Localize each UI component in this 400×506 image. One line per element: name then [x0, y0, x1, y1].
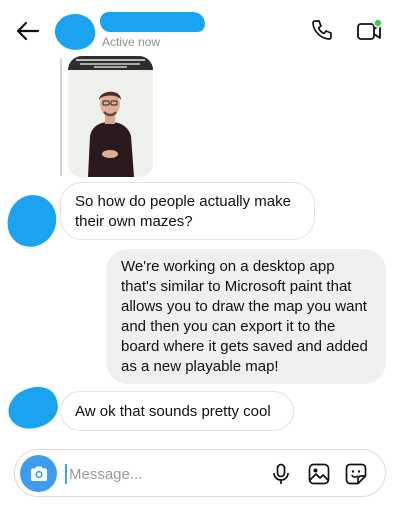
shared-photo[interactable]: [68, 56, 153, 177]
message-composer: [14, 449, 386, 497]
reply-indicator-line: [60, 58, 62, 176]
back-button[interactable]: [12, 16, 42, 46]
chat-header: Active now: [0, 0, 400, 54]
microphone-icon: [273, 463, 289, 484]
sender-avatar-redaction: [3, 382, 63, 434]
active-status: Active now: [102, 35, 161, 49]
gallery-button[interactable]: [307, 462, 331, 486]
voice-message-button[interactable]: [269, 462, 293, 486]
incoming-message[interactable]: Aw ok that sounds pretty cool: [60, 391, 294, 431]
sticker-icon: [345, 463, 367, 485]
video-call-button[interactable]: [355, 17, 383, 43]
video-camera-icon: [357, 18, 383, 40]
camera-icon: [30, 466, 47, 481]
incoming-message[interactable]: So how do people actually make their own…: [60, 182, 315, 240]
online-indicator: [373, 18, 383, 28]
contact-name-redaction: [100, 12, 205, 32]
text-caret: [65, 464, 67, 484]
outgoing-message[interactable]: We're working on a desktop app that's si…: [106, 249, 386, 384]
avatar-redaction: [52, 11, 98, 53]
message-input[interactable]: [69, 461, 259, 487]
person-photo: [68, 56, 153, 177]
arrow-left-icon: [16, 21, 40, 41]
sender-avatar-redaction: [3, 190, 61, 252]
gallery-icon: [308, 463, 330, 485]
sticker-button[interactable]: [344, 462, 368, 486]
camera-button[interactable]: [20, 455, 57, 492]
phone-icon: [312, 20, 332, 40]
voice-call-button[interactable]: [310, 18, 334, 42]
